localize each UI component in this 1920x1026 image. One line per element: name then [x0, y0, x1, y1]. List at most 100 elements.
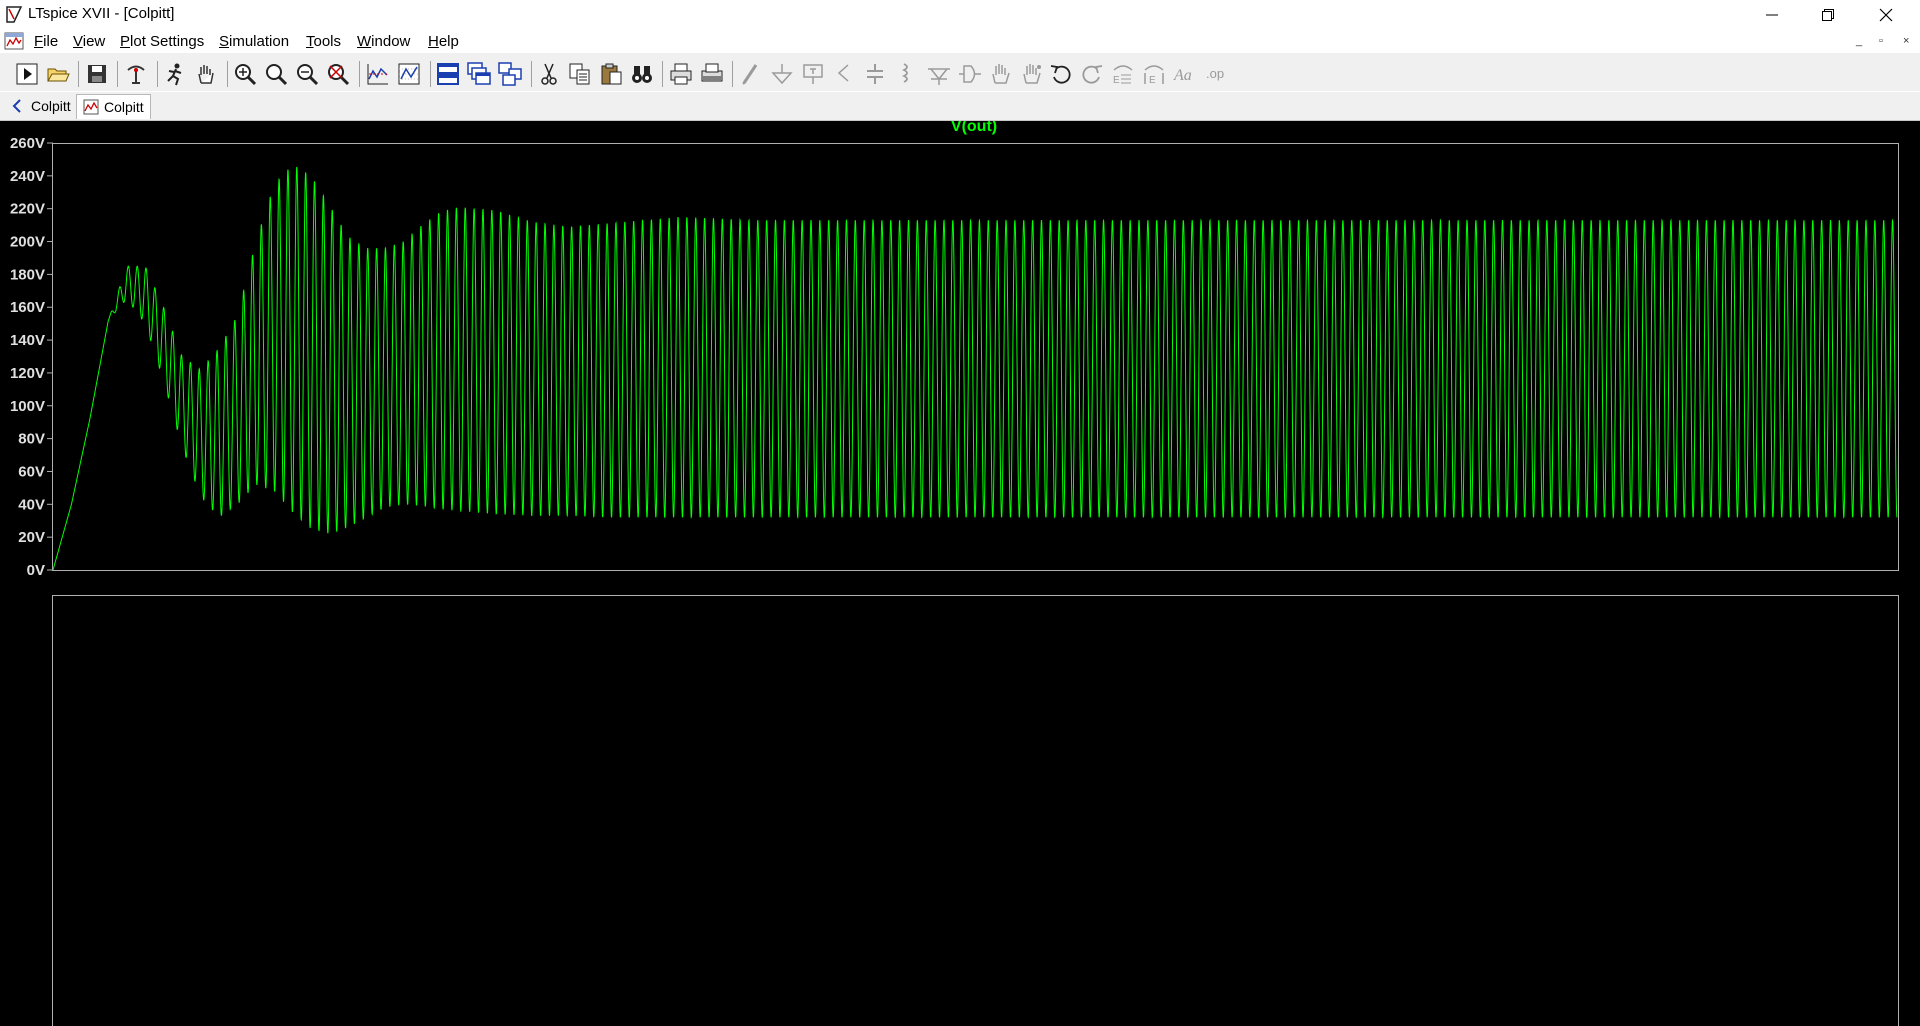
open-button[interactable] [45, 61, 71, 87]
waveform-viewer[interactable]: V(out) 260V 240V 220V 200V 180V 160V 140V 120V 1… [0, 121, 1920, 1026]
mdi-minimize-button[interactable]: _ [1856, 35, 1862, 47]
run-icon [16, 63, 38, 85]
plot-settings-button[interactable] [396, 61, 422, 87]
spice-directive-button[interactable]: .op [1203, 61, 1229, 87]
autoscale-icon [367, 64, 388, 85]
toolbar-separator [227, 61, 228, 87]
toolbar-separator [359, 61, 360, 87]
cascade-icon [467, 62, 491, 85]
wire-button[interactable] [738, 61, 764, 87]
redo-button[interactable] [1079, 61, 1105, 87]
waveform-icon [83, 99, 99, 115]
halt-button[interactable] [162, 61, 188, 87]
svg-text:E: E [1113, 75, 1120, 86]
zoom-out-icon [297, 64, 319, 86]
wire-icon [742, 64, 758, 85]
tile-horizontal-icon [437, 63, 459, 85]
close-button[interactable] [1858, 0, 1914, 29]
undo-button[interactable] [1048, 61, 1074, 87]
rotate-button[interactable]: E [1110, 61, 1136, 87]
minimize-button[interactable] [1744, 0, 1800, 29]
y-tick-label: 180V [10, 266, 45, 283]
menu-help[interactable]: Help [428, 33, 459, 50]
tab-schematic[interactable]: Colpitt [4, 94, 77, 118]
capacitor-icon [867, 64, 883, 84]
toolbar-separator [430, 61, 431, 87]
waveform-window-icon[interactable] [4, 31, 24, 51]
menu-view[interactable]: View [73, 33, 105, 50]
copy-button[interactable] [567, 61, 593, 87]
y-tick-label: 60V [18, 463, 45, 480]
resistor-button[interactable] [831, 61, 857, 87]
menu-bar: File View Plot Settings Simulation Tools… [0, 29, 1920, 53]
toolbar-separator [157, 61, 158, 87]
tile-vertical-button[interactable] [497, 61, 523, 87]
cascade-button[interactable] [466, 61, 492, 87]
ground-button[interactable] [769, 61, 795, 87]
text-button[interactable]: Aa [1172, 61, 1198, 87]
open-icon [47, 68, 70, 82]
zoom-fit-button[interactable] [325, 61, 351, 87]
inductor-button[interactable] [893, 61, 919, 87]
mirror-button[interactable]: E [1141, 61, 1167, 87]
find-button[interactable] [629, 61, 655, 87]
copy-icon [569, 63, 590, 85]
drag-icon [1023, 64, 1041, 84]
y-tick-label: 240V [10, 168, 45, 185]
diode-button[interactable] [926, 61, 952, 87]
mdi-close-button[interactable]: × [1903, 35, 1909, 47]
pan-button[interactable] [193, 61, 219, 87]
zoom-in-icon [235, 64, 257, 86]
save-icon [88, 65, 106, 83]
toolbar-separator [117, 61, 118, 87]
zoom-rect-button[interactable] [263, 61, 289, 87]
label-net-button[interactable] [800, 61, 826, 87]
capacitor-button[interactable] [862, 61, 888, 87]
tab-waveform[interactable]: Colpitt [76, 94, 151, 119]
y-tick-label: 220V [10, 201, 45, 218]
label-net-icon [803, 64, 823, 84]
tile-horizontal-button[interactable] [435, 61, 461, 87]
autoscale-button[interactable] [365, 61, 391, 87]
plot-settings-icon [398, 63, 420, 85]
zoom-in-button[interactable] [232, 61, 258, 87]
drag-button[interactable] [1019, 61, 1045, 87]
save-button[interactable] [84, 61, 110, 87]
menu-file[interactable]: File [34, 33, 58, 50]
cut-icon [541, 63, 557, 85]
pan-hand-icon [198, 65, 214, 84]
run-button[interactable] [14, 61, 40, 87]
y-tick-label: 100V [10, 398, 45, 415]
component-button[interactable] [957, 61, 983, 87]
restore-button[interactable] [1800, 0, 1856, 29]
control-panel-button[interactable] [123, 61, 149, 87]
y-tick-label: 40V [18, 496, 45, 513]
lower-pane-frame [52, 595, 1899, 1026]
menu-tools[interactable]: Tools [306, 33, 341, 50]
menu-plot-settings[interactable]: Plot Settings [120, 33, 204, 50]
waveform-plot[interactable]: V(out) 260V 240V 220V 200V 180V 160V 140V 120V 1… [0, 121, 1920, 1026]
toolbar: E E Aa .op [0, 55, 1240, 92]
print-button[interactable] [668, 61, 694, 87]
text-icon: Aa [1173, 67, 1192, 84]
undo-icon [1050, 65, 1071, 84]
paste-button[interactable] [598, 61, 624, 87]
print-preview-button[interactable] [699, 61, 725, 87]
zoom-out-button[interactable] [294, 61, 320, 87]
menu-simulation[interactable]: Simulation [219, 33, 289, 50]
cut-button[interactable] [536, 61, 562, 87]
title-bar: LTspice XVII - [Colpitt] [0, 0, 1920, 29]
toolbar-separator [732, 61, 733, 87]
menu-window[interactable]: Window [357, 33, 410, 50]
trace-label[interactable]: V(out) [951, 121, 997, 135]
move-button[interactable] [988, 61, 1014, 87]
mdi-restore-button[interactable]: ▫ [1879, 35, 1883, 47]
resistor-icon [837, 64, 849, 82]
schematic-icon [12, 99, 21, 113]
trace-v-out[interactable] [52, 166, 1898, 571]
svg-text:E: E [1149, 75, 1156, 86]
window-title: LTspice XVII - [Colpitt] [28, 5, 175, 22]
tab-label: Colpitt [31, 98, 71, 114]
rotate-icon: E [1113, 65, 1133, 86]
print-icon [670, 63, 692, 85]
